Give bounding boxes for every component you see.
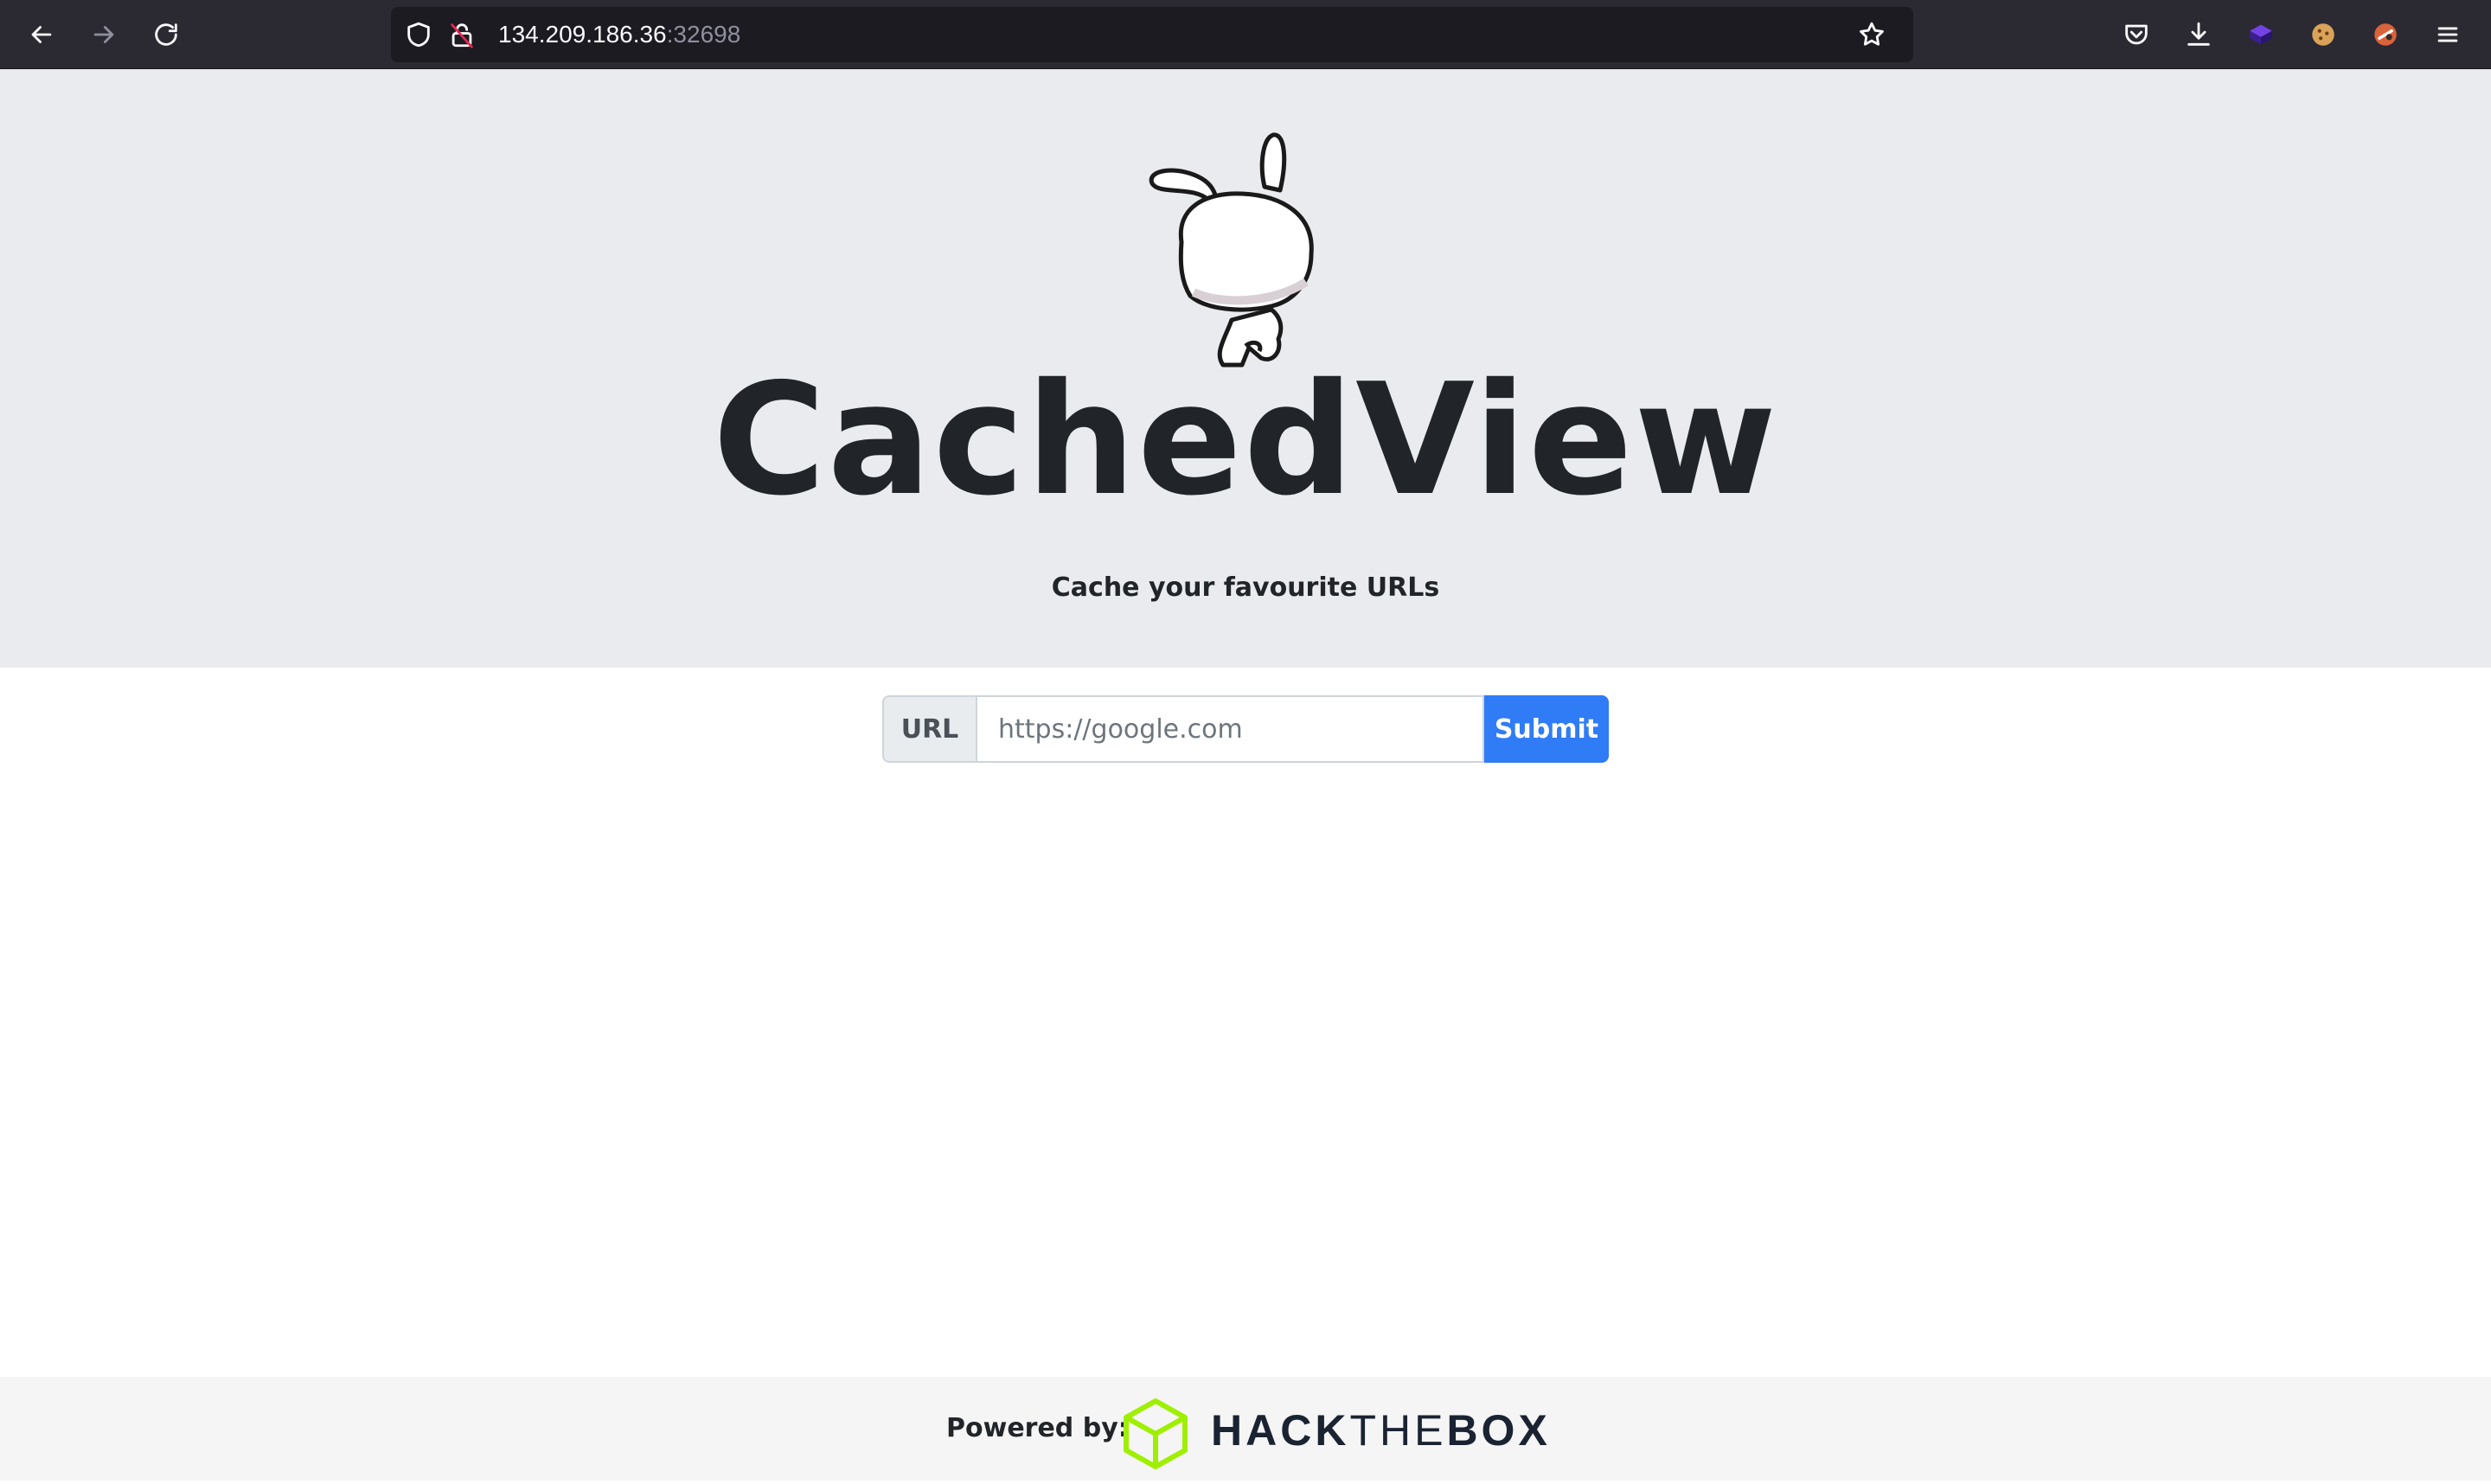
bookmark-button[interactable] xyxy=(1851,14,1892,55)
hero-section: CachedView Cache your favourite URLs xyxy=(0,69,2491,668)
footer: Powered by: HACKTHEBOX xyxy=(0,1377,2491,1481)
page-subtitle: Cache your favourite URLs xyxy=(1051,572,1440,603)
tracking-protection-button[interactable] xyxy=(398,14,439,55)
browser-toolbar: 134.209.186.36:32698 xyxy=(0,0,2491,69)
forward-button[interactable] xyxy=(83,14,125,55)
wordmark-box: BOX xyxy=(1446,1406,1551,1455)
wordmark-the: THE xyxy=(1349,1406,1447,1455)
purple-cube-extension-icon xyxy=(2250,24,2272,45)
download-icon xyxy=(2187,22,2210,46)
extension-red-button[interactable] xyxy=(2365,14,2406,55)
bookmark-star-icon xyxy=(1860,22,1884,46)
url-input[interactable] xyxy=(976,695,1484,763)
forward-arrow-icon xyxy=(93,26,114,43)
pocket-icon xyxy=(2125,24,2148,45)
hackthebox-cube-icon xyxy=(1124,1398,1188,1469)
url-port: :32698 xyxy=(666,21,741,48)
page-title: CachedView xyxy=(713,350,1778,529)
bunny-mascot-icon xyxy=(1149,132,1314,368)
powered-by-label: Powered by: xyxy=(946,1413,1129,1443)
insecure-lock-icon xyxy=(451,23,473,48)
extension-cookie-button[interactable] xyxy=(2302,14,2344,55)
reload-icon xyxy=(155,23,177,46)
url-input-label: URL xyxy=(882,695,976,763)
hamburger-menu-icon xyxy=(2437,27,2458,42)
red-extension-icon xyxy=(2374,23,2397,46)
reload-button[interactable] xyxy=(145,14,187,55)
url-host: 134.209.186.36 xyxy=(498,21,667,48)
cache-url-form: URL Submit xyxy=(882,695,1609,763)
wordmark-hack: HACK xyxy=(1211,1406,1350,1455)
back-button[interactable] xyxy=(21,14,62,55)
cookie-extension-icon xyxy=(2312,23,2334,46)
app-menu-button[interactable] xyxy=(2427,14,2469,55)
extension-purple-button[interactable] xyxy=(2240,14,2282,55)
hackthebox-wordmark: HACKTHEBOX xyxy=(1211,1377,1551,1481)
url-text[interactable]: 134.209.186.36:32698 xyxy=(498,7,740,62)
site-security-button[interactable] xyxy=(441,14,483,55)
pocket-button[interactable] xyxy=(2116,14,2157,55)
shield-icon xyxy=(407,22,430,48)
url-bar[interactable]: 134.209.186.36:32698 xyxy=(391,7,1913,62)
back-arrow-icon xyxy=(31,26,52,43)
submit-button[interactable]: Submit xyxy=(1484,695,1609,763)
downloads-button[interactable] xyxy=(2178,14,2219,55)
